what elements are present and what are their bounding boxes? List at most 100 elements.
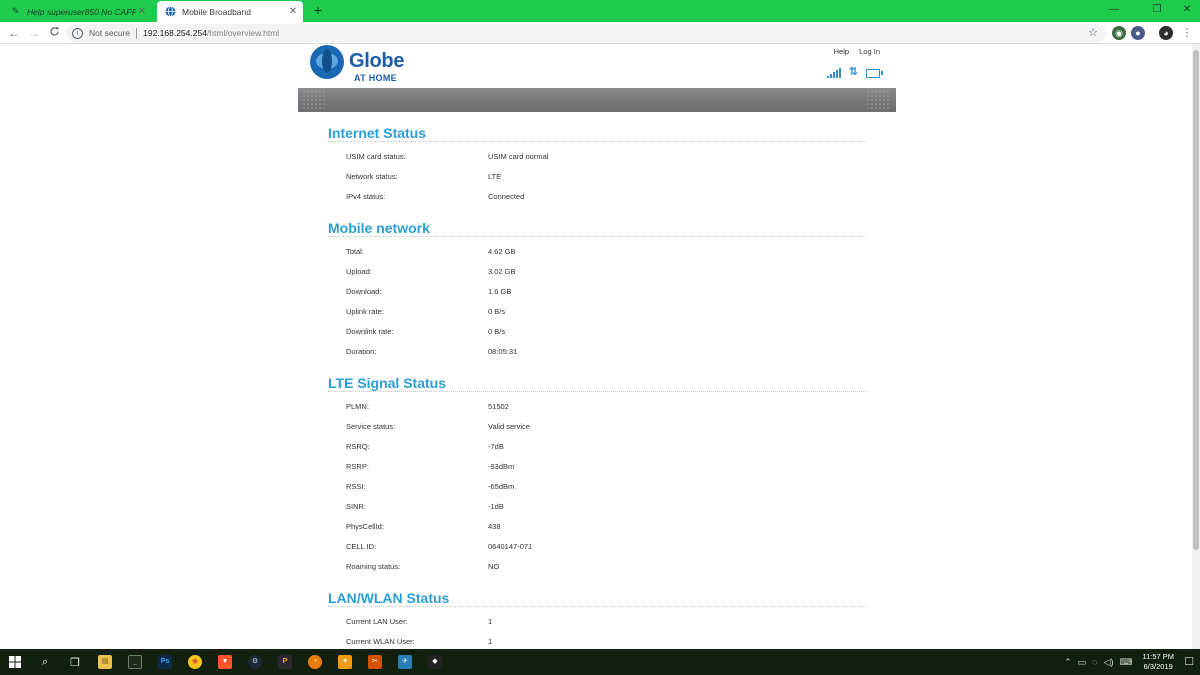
- globe-logo-icon: [310, 45, 344, 79]
- info-row: SINR: -1dB: [328, 496, 866, 516]
- avatar[interactable]: ◕: [1159, 26, 1173, 40]
- info-row: PhysCellId: 438: [328, 516, 866, 536]
- internet-status-section: Internet Status USIM card status: USIM ca…: [328, 124, 866, 206]
- app-orange-icon[interactable]: ✦: [330, 649, 360, 675]
- row-value: -7dB: [488, 441, 504, 451]
- volume-icon[interactable]: ◁): [1104, 657, 1114, 668]
- windows-taskbar: ⌕ ❐ ▤ _ Ps ◉ ▼ ⚙ P ◔ ✦ ✂ ✈ ◆ ⌃ ▭ ◌ ◁) ⌨ …: [0, 649, 1200, 675]
- page-scrollbar[interactable]: [1192, 44, 1200, 649]
- profile-extension-icon[interactable]: ●: [1131, 26, 1145, 40]
- chrome-icon[interactable]: ◉: [180, 649, 210, 675]
- app-blue-icon[interactable]: ✈: [390, 649, 420, 675]
- close-window-button[interactable]: ✕: [1170, 0, 1200, 20]
- file-explorer-icon[interactable]: ▤: [90, 649, 120, 675]
- row-label: IPv4 status:: [346, 191, 386, 201]
- row-value: 0 B/s: [488, 306, 506, 316]
- forward-button[interactable]: →: [25, 24, 43, 42]
- status-icons: ⇅: [826, 66, 883, 78]
- globe-logo[interactable]: Globe AT HOME: [310, 45, 404, 83]
- brave-icon[interactable]: ▼: [210, 649, 240, 675]
- row-label: PhysCellId:: [346, 521, 384, 531]
- battery-icon[interactable]: ▭: [1078, 657, 1087, 668]
- info-row: CELL ID: 0640147-071: [328, 536, 866, 556]
- row-label: USIM card status:: [346, 151, 406, 161]
- row-label: Download:: [346, 286, 382, 296]
- taskbar-clock[interactable]: 11:57 PM 6/3/2019: [1142, 652, 1174, 672]
- section-title: LAN/WLAN Status: [328, 589, 866, 607]
- language-icon[interactable]: ⌨: [1119, 657, 1132, 668]
- security-label: Not secure: [89, 28, 131, 38]
- row-label: SINR:: [346, 501, 367, 511]
- row-value: 1: [488, 616, 493, 626]
- overview-content: Internet Status USIM card status: USIM ca…: [298, 112, 896, 649]
- back-button[interactable]: ←: [5, 24, 23, 42]
- login-link[interactable]: Log In: [859, 47, 880, 56]
- info-row: Downlink rate: 0 B/s: [328, 321, 866, 341]
- search-icon[interactable]: ⌕: [30, 649, 60, 675]
- start-button[interactable]: [0, 649, 30, 675]
- reload-icon: [49, 27, 59, 36]
- tray-overflow-icon[interactable]: ⌃: [1064, 657, 1072, 668]
- header-banner: [298, 88, 896, 112]
- row-label: Uplink rate:: [346, 306, 384, 316]
- row-value: LTE: [488, 171, 502, 181]
- system-tray: ⌃ ▭ ◌ ◁) ⌨ 11:57 PM 6/3/2019: [1064, 649, 1174, 675]
- extension-icon[interactable]: ◉: [1112, 26, 1126, 40]
- section-title: Internet Status: [328, 124, 866, 142]
- row-label: PLMN:: [346, 401, 369, 411]
- info-row: Upload: 3.02 GB: [328, 261, 866, 281]
- browser-titlebar: ✎ Help superuser850 No CAPPING! ... ✕ Mo…: [0, 0, 1200, 22]
- steam-icon[interactable]: ⚙: [240, 649, 270, 675]
- tab-title: Help superuser850 No CAPPING! ...: [27, 6, 136, 17]
- superuser-favicon-icon: ✎: [11, 6, 20, 16]
- pubg-icon[interactable]: P: [270, 649, 300, 675]
- tab-close-icon[interactable]: ✕: [287, 6, 299, 17]
- logo-sub-brand: AT HOME: [354, 73, 397, 83]
- app-tools-icon[interactable]: ✂: [360, 649, 390, 675]
- tab-superuser[interactable]: ✎ Help superuser850 No CAPPING! ... ✕: [2, 1, 152, 22]
- help-link[interactable]: Help: [834, 47, 849, 56]
- data-transfer-icon: ⇅: [848, 66, 858, 78]
- row-label: Current LAN User:: [346, 616, 408, 626]
- row-label: RSRQ:: [346, 441, 370, 451]
- info-icon[interactable]: i: [72, 27, 83, 39]
- row-value: 438: [488, 521, 501, 531]
- row-label: CELL ID:: [346, 541, 377, 551]
- task-view-icon[interactable]: ❐: [60, 649, 90, 675]
- unity-icon[interactable]: ◆: [420, 649, 450, 675]
- row-value: -1dB: [488, 501, 504, 511]
- info-row: Current WLAN User: 1: [328, 631, 866, 649]
- scrollbar-thumb[interactable]: [1193, 50, 1199, 550]
- photoshop-icon[interactable]: Ps: [150, 649, 180, 675]
- bookmark-star-icon[interactable]: ☆: [1088, 26, 1098, 39]
- reload-button[interactable]: [45, 24, 63, 42]
- address-bar[interactable]: i Not secure 192.168.254.254 /html/overv…: [66, 24, 1106, 42]
- terminal-icon[interactable]: _: [120, 649, 150, 675]
- network-icon[interactable]: ◌: [1092, 657, 1097, 667]
- row-value: 1.6 GB: [488, 286, 512, 296]
- clock-date: 6/3/2019: [1143, 662, 1173, 671]
- tab-mobile-broadband[interactable]: Mobile Broadband ✕: [157, 1, 303, 22]
- info-row: Duration: 08:05:31: [328, 341, 866, 361]
- lte-signal-section: LTE Signal Status PLMN: 51502 Service sta…: [328, 374, 866, 576]
- menu-kebab-icon[interactable]: ⋮: [1180, 26, 1194, 40]
- lan-wlan-section: LAN/WLAN Status Current LAN User: 1 Curre…: [328, 589, 866, 649]
- row-value: Valid service: [488, 421, 530, 431]
- minimize-button[interactable]: —: [1097, 0, 1131, 20]
- row-label: RSRP:: [346, 461, 369, 471]
- router-header: Globe AT HOME Help Log In ⇅: [298, 44, 896, 88]
- top-links: Help Log In: [826, 47, 880, 56]
- url-path: /html/overview.html: [206, 28, 280, 38]
- info-row: PLMN: 51502: [328, 396, 866, 416]
- tab-close-icon[interactable]: ✕: [136, 6, 148, 17]
- notifications-icon[interactable]: ☐: [1184, 655, 1194, 668]
- row-label: Network status:: [346, 171, 398, 181]
- blender-icon[interactable]: ◔: [300, 649, 330, 675]
- row-value: 1: [488, 636, 493, 646]
- windows-icon: [9, 656, 21, 668]
- new-tab-button[interactable]: +: [310, 2, 326, 18]
- maximize-button[interactable]: ❐: [1140, 0, 1174, 20]
- info-row: RSSI: -65dBm: [328, 476, 866, 496]
- connected-device-icon: [866, 69, 883, 78]
- row-label: RSSI:: [346, 481, 366, 491]
